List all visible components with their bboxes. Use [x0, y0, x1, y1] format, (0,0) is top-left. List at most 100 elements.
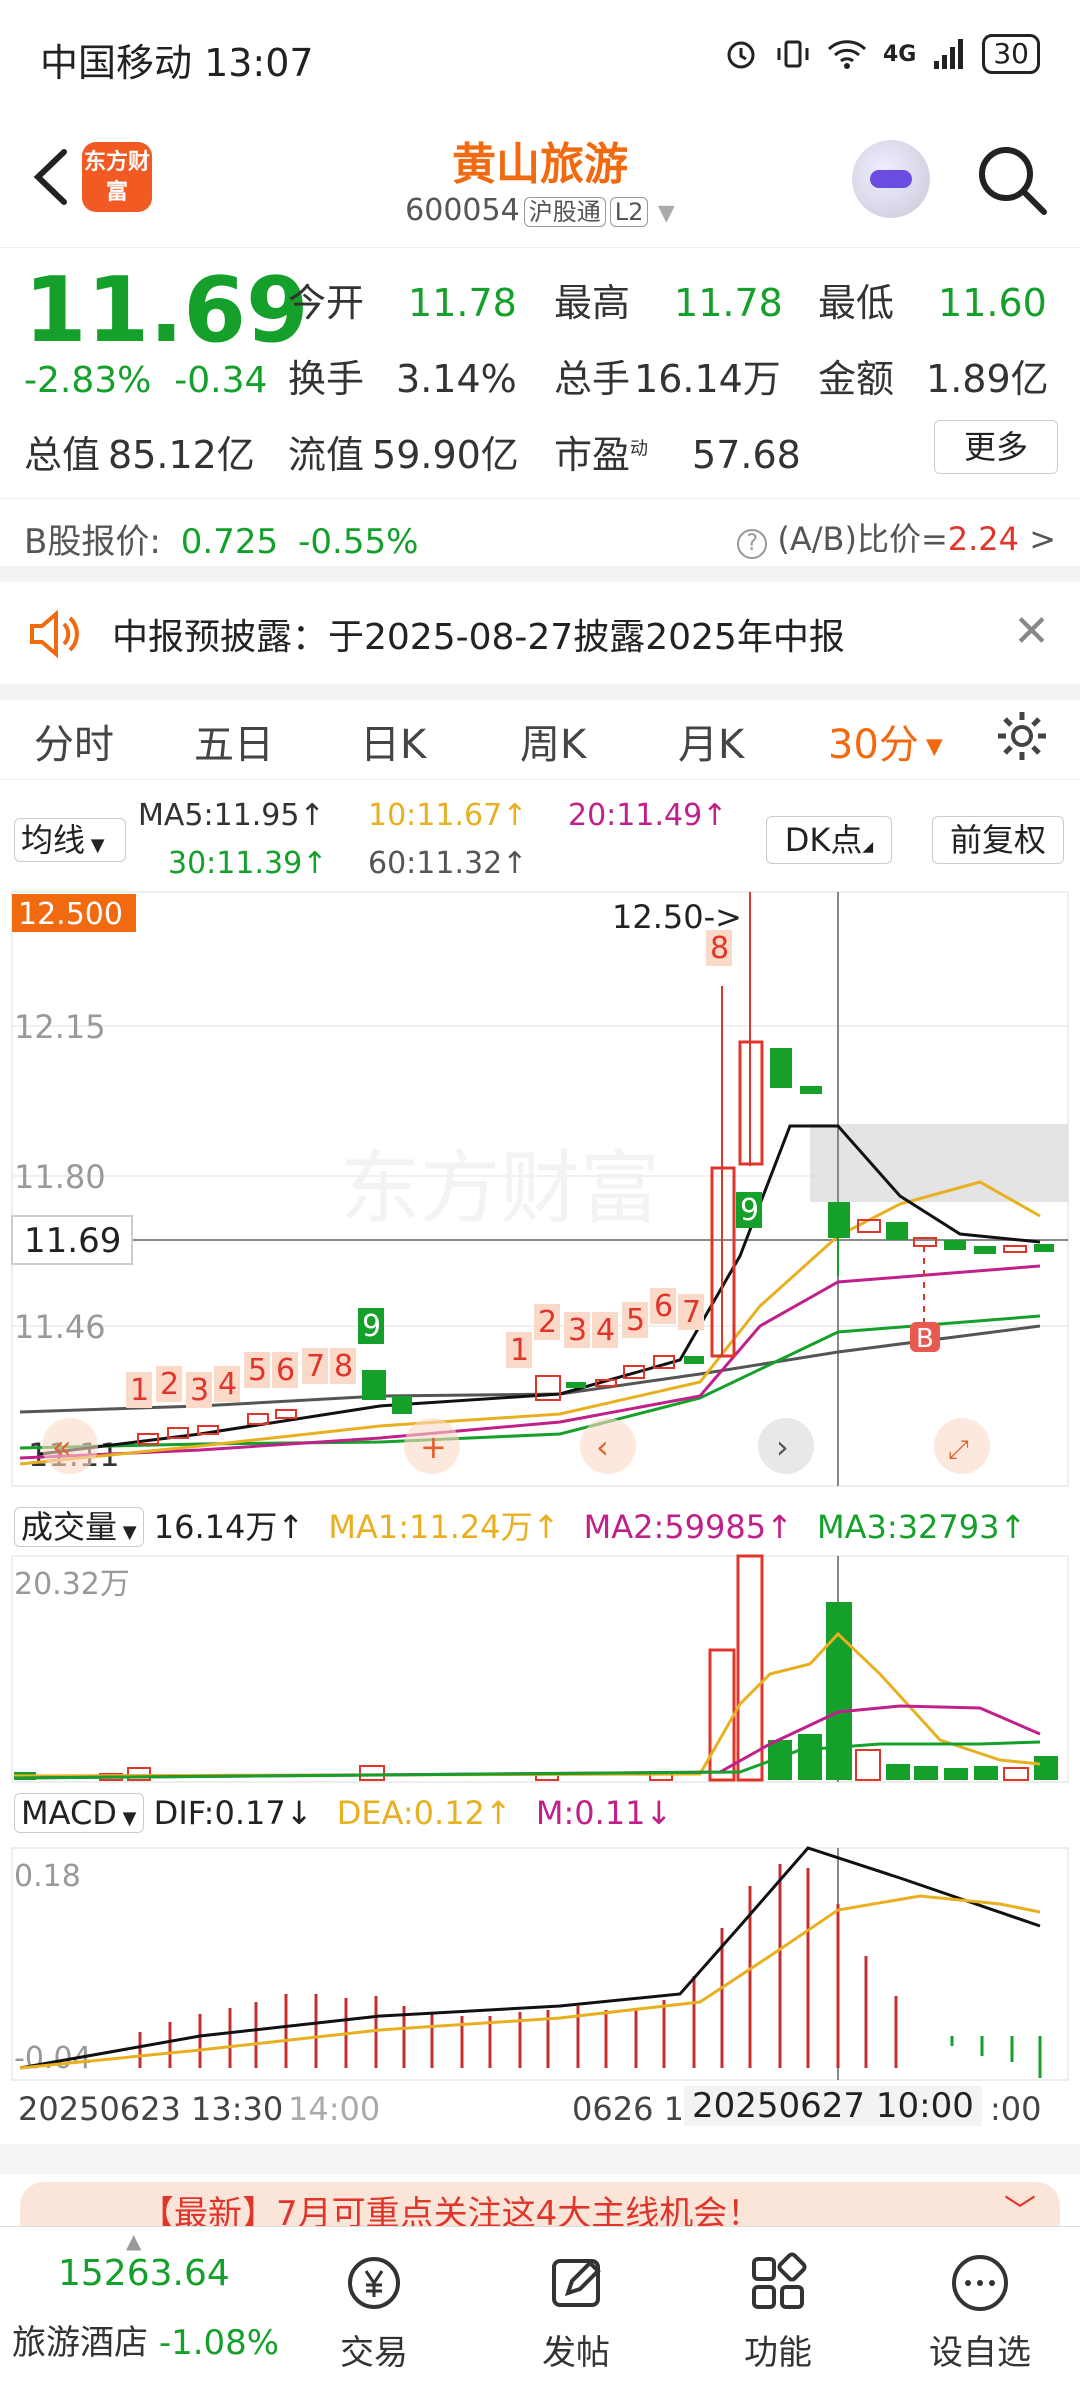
y-tick: 11.80 — [14, 1158, 106, 1196]
nav-add-watchlist[interactable]: 设自选 — [880, 2251, 1080, 2374]
hk-connect-tag: 沪股通 — [523, 197, 606, 227]
macd-bars — [138, 1864, 898, 2068]
macd-selector[interactable]: MACD ▼ — [14, 1793, 144, 1833]
cursor-price-text: 11.69 — [24, 1221, 121, 1261]
l2-tag: L2 — [609, 197, 649, 227]
ma-selector[interactable]: 均线 ▼ — [14, 818, 126, 862]
sector-index-value: 15263.64 — [58, 2253, 230, 2294]
ab-ratio[interactable]: ? (A/B)比价=2.24 > — [737, 514, 1056, 560]
vol-ma1-line — [13, 1631, 1041, 1778]
wifi-icon — [827, 40, 867, 69]
chevron-right-icon: › — [776, 1428, 789, 1466]
ma10-value: 10:11.67↑ — [368, 798, 528, 833]
dropdown-triangle-icon: ▼ — [117, 1522, 137, 1543]
svg-text:1: 1 — [510, 1333, 529, 1368]
stock-code: 600054 — [405, 193, 520, 228]
sector-index-name: 旅游酒店 -1.08% — [12, 2323, 280, 2363]
nav-trade[interactable]: 交易 — [274, 2251, 474, 2374]
chevron-left-icon: ‹ — [596, 1428, 609, 1466]
volume-header: 成交量 ▼ 16.14万↑ MA1:11.24万↑ MA2:59985↑ MA3… — [14, 1502, 1026, 1548]
resistance-zone — [810, 1124, 1068, 1202]
status-bar: 中国移动 13:07 4G 30 — [0, 0, 1080, 118]
svg-text:5: 5 — [248, 1353, 267, 1388]
plus-icon: + — [420, 1428, 447, 1466]
dropdown-triangle-icon: ▼ — [85, 835, 105, 856]
y-tick: 12.15 — [14, 1008, 106, 1046]
tab-five-day[interactable]: 五日 — [194, 712, 274, 770]
alarm-icon — [727, 41, 755, 69]
ma5-value: MA5:11.95↑ — [138, 798, 325, 833]
expand-icon: ⤢ — [948, 1435, 969, 1465]
amount-field: 金额 1.89亿 — [818, 357, 1049, 401]
svg-text:8: 8 — [334, 1349, 353, 1384]
more-dots-icon — [952, 2255, 1008, 2311]
mktcap-field: 总值 85.12亿 — [24, 433, 255, 477]
svg-text:8: 8 — [710, 931, 729, 966]
y-tick: 11.46 — [14, 1308, 106, 1346]
assistant-robot-icon[interactable] — [852, 140, 930, 218]
volume-y-max: 20.32万 — [14, 1567, 130, 1602]
buy-marker-label: B — [916, 1324, 934, 1354]
svg-text:2: 2 — [538, 1305, 557, 1340]
corner-triangle-icon: ◢ — [862, 839, 874, 855]
ma60-value: 60:11.32↑ — [368, 846, 528, 881]
signal-icon — [934, 39, 964, 69]
bottom-nav: ▲ 15263.64 旅游酒店 -1.08% 交易 发帖 功能 设自选 — [0, 2226, 1080, 2400]
more-button[interactable]: 更多 — [934, 420, 1058, 474]
kline-chart[interactable]: 东方财富 12.500 12.15 11.80 11.46 11.11 11.6… — [0, 886, 1080, 1492]
ma20-value: 20:11.49↑ — [568, 798, 728, 833]
svg-text:3: 3 — [568, 1313, 587, 1348]
battery-indicator: 30 — [982, 34, 1040, 74]
caret-up-icon: ▲ — [126, 2229, 142, 2253]
high-field: 最高 11.78 — [554, 281, 783, 325]
period-tabs: 分时 五日 日K 周K 月K 30分 ▼ — [0, 700, 1080, 780]
section-gap — [0, 684, 1080, 700]
section-gap — [0, 2144, 1080, 2174]
close-icon[interactable]: ✕ — [1013, 606, 1050, 657]
gear-icon[interactable] — [994, 708, 1050, 764]
x-label-mid1: 14:00 — [288, 2090, 381, 2128]
volume-selector[interactable]: 成交量 ▼ — [14, 1507, 144, 1547]
tab-30min[interactable]: 30分 ▼ — [828, 712, 943, 770]
svg-text:3: 3 — [190, 1373, 209, 1408]
edit-icon — [552, 2259, 601, 2307]
notice-bar[interactable]: 中报预披露：于2025-08-27披露2025年中报 ✕ — [0, 584, 1080, 684]
macd-chart[interactable]: 0.18 -0.04 — [0, 1846, 1080, 2082]
network-label: 4G — [882, 41, 917, 67]
adjust-mode-button[interactable]: 前复权 — [932, 816, 1064, 864]
dif-line — [19, 1846, 1041, 2070]
float-field: 流值 59.90亿 — [288, 433, 519, 477]
svg-text:6: 6 — [276, 1353, 295, 1388]
tab-intraday[interactable]: 分时 — [34, 712, 114, 770]
watermark: 东方财富 — [340, 1144, 660, 1233]
divider — [0, 498, 1080, 499]
dk-point-button[interactable]: DK点◢ — [766, 816, 892, 864]
dropdown-triangle-icon: ▼ — [657, 201, 675, 226]
sector-index[interactable]: ▲ 15263.64 旅游酒店 -1.08% — [0, 2227, 279, 2400]
nav-post[interactable]: 发帖 — [476, 2251, 676, 2374]
notice-text: 中报预披露：于2025-08-27披露2025年中报 — [112, 617, 845, 658]
svg-text:7: 7 — [682, 1295, 701, 1330]
nav-functions[interactable]: 功能 — [678, 2251, 878, 2374]
tab-monthly-k[interactable]: 月K — [678, 712, 744, 770]
tab-weekly-k[interactable]: 周K — [520, 712, 586, 770]
volume-field: 总手 16.14万 — [554, 357, 781, 401]
speaker-icon — [30, 610, 79, 658]
dropdown-triangle-icon: ▼ — [918, 734, 943, 760]
trade-yen-icon — [348, 2257, 400, 2309]
x-axis: 20250623 13:30 14:00 0626 1 20250627 10:… — [0, 2084, 1080, 2140]
current-price: 11.69 — [24, 258, 309, 363]
status-icons: 4G 30 — [723, 34, 1040, 74]
x-label-mid2: 0626 1 — [572, 2090, 684, 2128]
volume-bars — [14, 1554, 1058, 1782]
tab-daily-k[interactable]: 日K — [360, 712, 426, 770]
volume-chart[interactable]: 20.32万 — [0, 1554, 1080, 1784]
macd-neg-bars — [950, 2036, 1042, 2078]
top-price-text: 12.500 — [18, 897, 123, 932]
search-icon[interactable] — [974, 142, 1050, 218]
turnover-field: 换手 3.14% — [288, 357, 517, 401]
svg-text:1: 1 — [130, 1373, 149, 1408]
svg-text:9: 9 — [740, 1193, 759, 1228]
news-banner[interactable]: 【最新】7月可重点关注这4大主线机会！ ﹀ — [20, 2182, 1060, 2234]
grid-icon — [752, 2252, 807, 2309]
